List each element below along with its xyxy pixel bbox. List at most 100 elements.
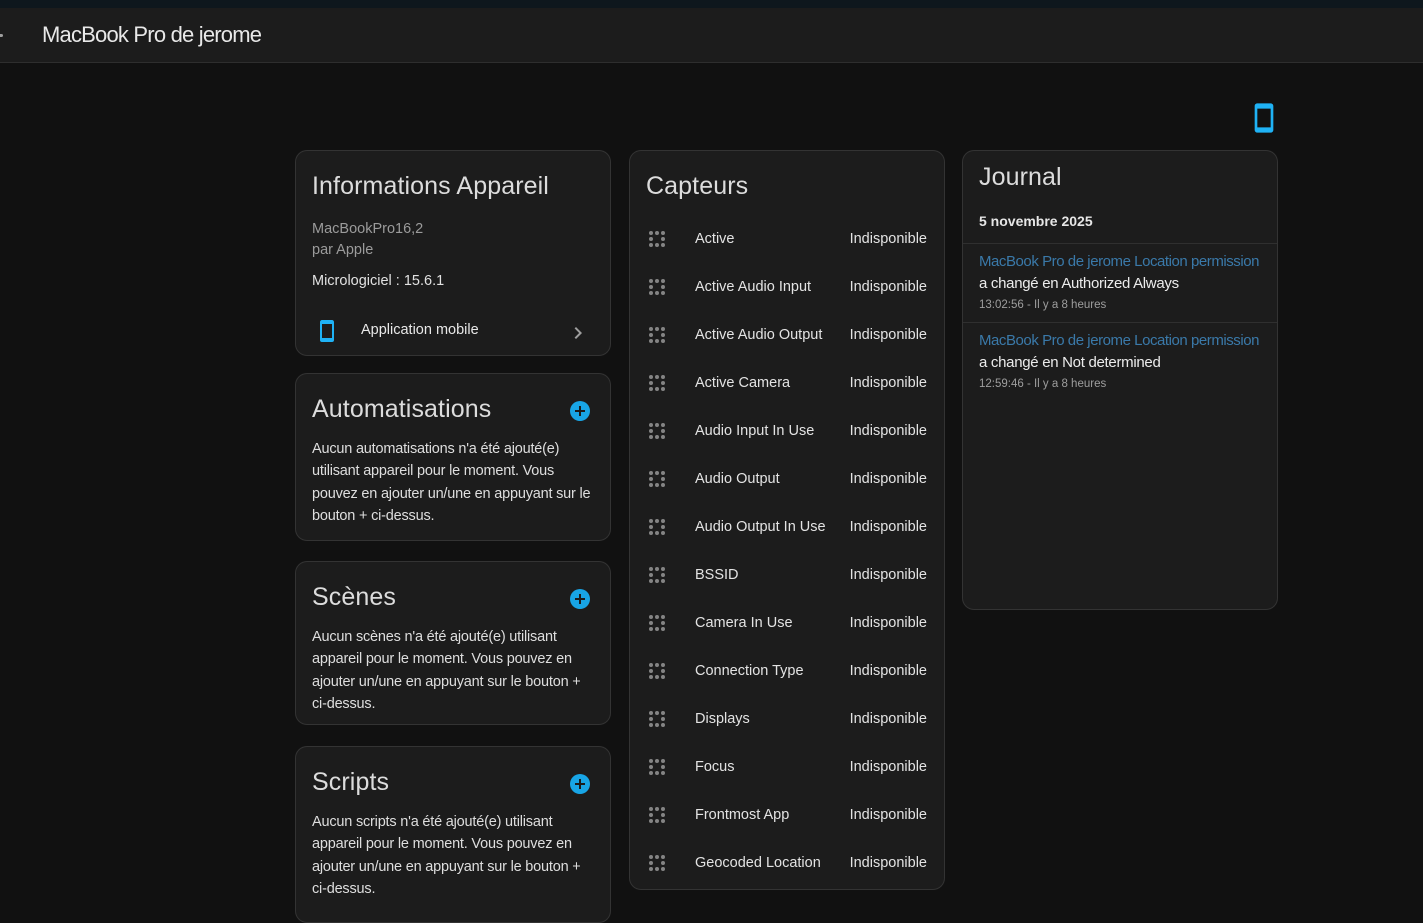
- sensor-name: Active: [695, 231, 735, 247]
- journal-entry: MacBook Pro de jerome Location permissio…: [963, 243, 1277, 322]
- dots-square-icon: [647, 709, 667, 729]
- sensor-row[interactable]: Frontmost App Indisponible: [630, 791, 944, 839]
- dots-square-icon: [647, 613, 667, 633]
- dots-square-icon: [647, 421, 667, 441]
- journal-title: Journal: [963, 151, 1277, 192]
- sensor-name: Focus: [695, 759, 735, 775]
- dots-square-icon: [647, 229, 667, 249]
- sensor-state: Indisponible: [850, 855, 927, 871]
- sensor-name: Active Camera: [695, 375, 790, 391]
- sensor-name: Frontmost App: [695, 807, 789, 823]
- journal-entry-time: 13:02:56 - Il y a 8 heures: [979, 297, 1261, 313]
- sensor-name: Audio Output: [695, 471, 780, 487]
- automations-card: Automatisations Aucun automatisations n'…: [295, 373, 611, 541]
- sensors-title: Capteurs: [630, 151, 944, 201]
- device-info-title: Informations Appareil: [296, 151, 610, 201]
- dots-square-icon: [647, 805, 667, 825]
- cellphone-icon[interactable]: [1248, 102, 1280, 134]
- back-arrow-icon[interactable]: [0, 34, 3, 37]
- sensor-row[interactable]: Audio Output Indisponible: [630, 455, 944, 503]
- add-automation-button[interactable]: [568, 399, 592, 423]
- chevron-right-icon: [566, 321, 590, 345]
- add-script-button[interactable]: [568, 772, 592, 796]
- scenes-title: Scènes: [296, 562, 610, 612]
- device-manufacturer: par Apple: [296, 240, 610, 261]
- journal-date: 5 novembre 2025: [963, 213, 1277, 230]
- cellphone-icon: [315, 319, 339, 343]
- sensor-row[interactable]: Connection Type Indisponible: [630, 647, 944, 695]
- sensor-name: Active Audio Input: [695, 279, 811, 295]
- sensor-state: Indisponible: [850, 423, 927, 439]
- mobile-app-link-row[interactable]: Application mobile: [296, 307, 610, 355]
- journal-entry-link[interactable]: MacBook Pro de jerome Location permissio…: [979, 251, 1261, 273]
- sensor-state: Indisponible: [850, 231, 927, 247]
- scripts-empty-text: Aucun scripts n'a été ajouté(e) utilisan…: [296, 811, 610, 900]
- journal-entry-action: a changé en Authorized Always: [979, 273, 1261, 295]
- journal-entry-link[interactable]: MacBook Pro de jerome Location permissio…: [979, 330, 1261, 352]
- sensor-state: Indisponible: [850, 375, 927, 391]
- dots-square-icon: [647, 517, 667, 537]
- sensor-state: Indisponible: [850, 711, 927, 727]
- dots-square-icon: [647, 277, 667, 297]
- sensor-state: Indisponible: [850, 567, 927, 583]
- top-strip: [0, 0, 1423, 8]
- right-column: Journal 5 novembre 2025 MacBook Pro de j…: [962, 150, 1278, 610]
- sensor-state: Indisponible: [850, 663, 927, 679]
- sensor-name: Displays: [695, 711, 750, 727]
- left-column: Informations Appareil MacBookPro16,2 par…: [295, 150, 611, 923]
- sensor-name: BSSID: [695, 567, 739, 583]
- app-header: MacBook Pro de jerome: [0, 8, 1423, 63]
- sensor-name: Connection Type: [695, 663, 804, 679]
- journal-list: MacBook Pro de jerome Location permissio…: [963, 243, 1277, 401]
- sensor-row[interactable]: Audio Output In Use Indisponible: [630, 503, 944, 551]
- dots-square-icon: [647, 853, 667, 873]
- sensor-row[interactable]: Audio Input In Use Indisponible: [630, 407, 944, 455]
- scripts-card: Scripts Aucun scripts n'a été ajouté(e) …: [295, 746, 611, 923]
- sensors-card: Capteurs Active Indisponible Active Audi…: [629, 150, 945, 890]
- sensor-state: Indisponible: [850, 279, 927, 295]
- sensor-state: Indisponible: [850, 759, 927, 775]
- dots-square-icon: [647, 661, 667, 681]
- sensor-name: Geocoded Location: [695, 855, 821, 871]
- sensor-state: Indisponible: [850, 519, 927, 535]
- scripts-title: Scripts: [296, 747, 610, 797]
- sensor-row[interactable]: Camera In Use Indisponible: [630, 599, 944, 647]
- middle-column: Capteurs Active Indisponible Active Audi…: [629, 150, 945, 890]
- automations-title: Automatisations: [296, 374, 610, 424]
- mobile-app-link-label: Application mobile: [361, 322, 479, 338]
- dots-square-icon: [647, 757, 667, 777]
- automations-empty-text: Aucun automatisations n'a été ajouté(e) …: [296, 438, 610, 527]
- dots-square-icon: [647, 469, 667, 489]
- sensor-row[interactable]: Active Indisponible: [630, 215, 944, 263]
- sensor-list: Active Indisponible Active Audio Input I…: [630, 215, 944, 887]
- sensor-name: Camera In Use: [695, 615, 793, 631]
- dots-square-icon: [647, 565, 667, 585]
- journal-entry-action: a changé en Not determined: [979, 352, 1261, 374]
- sensor-row[interactable]: Active Audio Input Indisponible: [630, 263, 944, 311]
- sensor-name: Audio Output In Use: [695, 519, 826, 535]
- dots-square-icon: [647, 325, 667, 345]
- sensor-state: Indisponible: [850, 327, 927, 343]
- device-info-card: Informations Appareil MacBookPro16,2 par…: [295, 150, 611, 356]
- scenes-empty-text: Aucun scènes n'a été ajouté(e) utilisant…: [296, 626, 610, 715]
- add-scene-button[interactable]: [568, 587, 592, 611]
- page-title: MacBook Pro de jerome: [42, 22, 261, 48]
- sensor-state: Indisponible: [850, 615, 927, 631]
- dots-square-icon: [647, 373, 667, 393]
- journal-card: Journal 5 novembre 2025 MacBook Pro de j…: [962, 150, 1278, 610]
- sensor-row[interactable]: Focus Indisponible: [630, 743, 944, 791]
- device-firmware: Micrologiciel : 15.6.1: [296, 271, 610, 292]
- device-model: MacBookPro16,2: [296, 219, 610, 240]
- sensor-row[interactable]: Geocoded Location Indisponible: [630, 839, 944, 887]
- sensor-row[interactable]: Active Audio Output Indisponible: [630, 311, 944, 359]
- sensor-state: Indisponible: [850, 807, 927, 823]
- sensor-row[interactable]: Displays Indisponible: [630, 695, 944, 743]
- sensor-row[interactable]: BSSID Indisponible: [630, 551, 944, 599]
- sensor-name: Audio Input In Use: [695, 423, 814, 439]
- sensor-row[interactable]: Active Camera Indisponible: [630, 359, 944, 407]
- journal-entry: MacBook Pro de jerome Location permissio…: [963, 322, 1277, 401]
- scenes-card: Scènes Aucun scènes n'a été ajouté(e) ut…: [295, 561, 611, 725]
- sensor-state: Indisponible: [850, 471, 927, 487]
- journal-entry-time: 12:59:46 - Il y a 8 heures: [979, 376, 1261, 392]
- sensor-name: Active Audio Output: [695, 327, 822, 343]
